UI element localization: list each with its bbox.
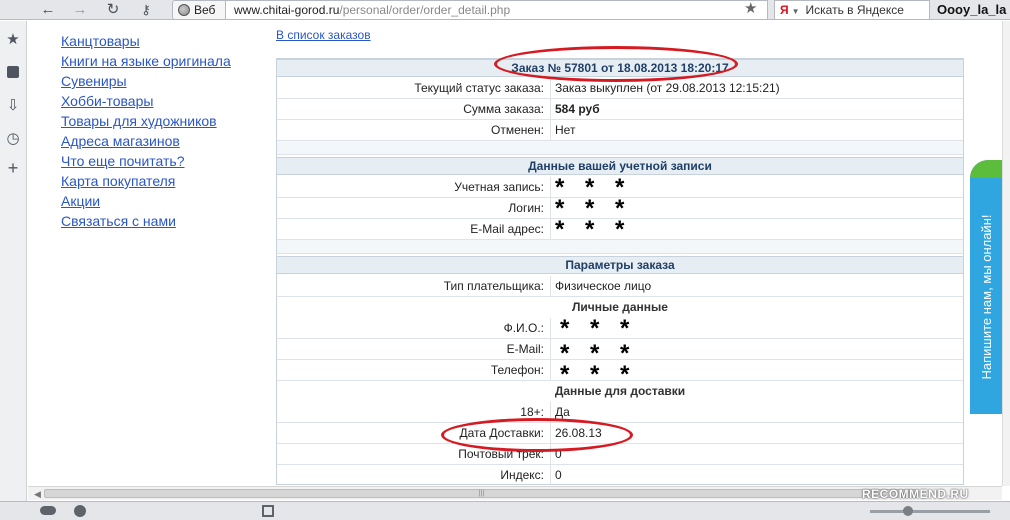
order-detail-table: Заказ № 57801 от 18.08.2013 18:20:17 Тек… [276, 58, 964, 485]
menu-item-hobby[interactable]: Хобби-товары [61, 91, 231, 111]
menu-item-store-addresses[interactable]: Адреса магазинов [61, 131, 231, 151]
spacer [277, 141, 963, 155]
chat-label: Напишите нам, мы онлайн! [979, 214, 994, 380]
contact-email-row: E-Mail: * * * [277, 339, 963, 366]
chat-leaf-icon [970, 160, 1004, 178]
status-row: Текущий статус заказа: Заказ выкуплен (о… [277, 78, 963, 99]
email-label: E-Mail адрес: [277, 219, 551, 239]
key-icon[interactable]: ⚷ [135, 1, 157, 18]
watermark: RECOMMEND.RU [862, 487, 969, 501]
forward-arrow-icon[interactable]: → [70, 1, 90, 18]
login-label: Логин: [277, 198, 551, 218]
url-path: /personal/order/order_detail.php [339, 3, 511, 17]
vertical-scrollbar[interactable] [1002, 21, 1010, 486]
track-value: 0 [555, 447, 562, 461]
horizontal-scrollbar[interactable]: ◀ ||| [28, 486, 1002, 500]
track-label: Почтовый трек: [277, 444, 551, 464]
delivery-date-row: Дата Доставки: 26.08.13 [277, 423, 963, 444]
yandex-icon: Я [780, 3, 789, 17]
age-label: 18+: [277, 402, 551, 422]
track-row: Почтовый трек: 0 [277, 444, 963, 465]
reload-icon[interactable]: ↻ [103, 1, 123, 18]
chevron-down-icon[interactable]: ▼ [792, 7, 800, 16]
online-chat-button[interactable]: Напишите нам, мы онлайн! [970, 160, 1004, 414]
cloud-icon[interactable] [40, 506, 56, 515]
cancelled-label: Отменен: [277, 120, 551, 140]
cancelled-value: Нет [555, 123, 576, 137]
bookmark-star-icon[interactable]: ★ [744, 0, 757, 18]
zoom-slider-knob[interactable] [903, 506, 913, 516]
email-row: E-Mail адрес: * * * [277, 216, 963, 243]
age-value: Да [555, 405, 570, 419]
phone-label: Телефон: [277, 360, 551, 380]
delivery-data-header: Данные для доставки [554, 384, 686, 398]
tile-icon[interactable] [262, 505, 274, 517]
status-bar [0, 501, 1010, 520]
delivery-date-label: Дата Доставки: [277, 423, 551, 443]
menu-item-customer-card[interactable]: Карта покупателя [61, 171, 231, 191]
site-identity-button[interactable]: Веб [172, 0, 226, 20]
scrollbar-thumb[interactable]: ||| [44, 489, 919, 498]
browser-side-panel: ★ ⇩ ◷ + [0, 21, 27, 501]
url-host: www.chitai-gorod.ru [234, 3, 340, 17]
email-masked-value: * * * [555, 216, 632, 243]
fio-row: Ф.И.О.: * * * [277, 315, 963, 342]
globe-icon [178, 4, 190, 16]
scroll-left-icon[interactable]: ◀ [34, 489, 41, 500]
back-to-orders-link[interactable]: В список заказов [276, 28, 371, 42]
search-placeholder: Искать в Яндексе [805, 3, 904, 17]
index-value: 0 [555, 468, 562, 482]
contact-email-label: E-Mail: [277, 339, 551, 359]
status-label: Текущий статус заказа: [277, 78, 551, 98]
order-header: Заказ № 57801 от 18.08.2013 18:20:17 [277, 59, 963, 77]
phone-row: Телефон: * * * [277, 360, 963, 387]
downloads-icon[interactable]: ⇩ [4, 97, 22, 115]
zoom-slider[interactable] [870, 510, 990, 513]
menu-item-stationery[interactable]: Канцтовары [61, 31, 231, 51]
menu-item-what-to-read[interactable]: Что еще почитать? [61, 151, 231, 171]
delivery-date-value: 26.08.13 [555, 426, 602, 440]
status-value: Заказ выкуплен (от 29.08.2013 12:15:21) [555, 81, 780, 95]
payer-value: Физическое лицо [555, 279, 652, 293]
fio-label: Ф.И.О.: [277, 318, 551, 338]
menu-item-art-supplies[interactable]: Товары для художников [61, 111, 231, 131]
params-header: Параметры заказа [277, 256, 963, 274]
payer-row: Тип плательщика: Физическое лицо [277, 276, 963, 297]
spacer [277, 240, 963, 254]
cancelled-row: Отменен: Нет [277, 120, 963, 141]
menu-item-contact[interactable]: Связаться с нами [61, 211, 231, 231]
history-clock-icon[interactable]: ◷ [4, 130, 22, 148]
address-bar[interactable]: www.chitai-gorod.ru/personal/order/order… [226, 0, 768, 20]
menu-item-foreign-books[interactable]: Книги на языке оригинала [61, 51, 231, 71]
compass-icon[interactable] [74, 505, 86, 517]
index-label: Индекс: [277, 465, 551, 484]
back-arrow-icon[interactable]: ← [38, 1, 58, 18]
payer-label: Тип плательщика: [277, 276, 551, 296]
account-label: Учетная запись: [277, 177, 551, 197]
menu-item-promotions[interactable]: Акции [61, 191, 231, 211]
sum-value: 584 руб [555, 102, 600, 116]
site-menu: Канцтовары Книги на языке оригинала Суве… [61, 31, 231, 231]
browser-toolbar: ← → ↻ ⚷ Веб www.chitai-gorod.ru/personal… [0, 0, 1010, 20]
menu-item-souvenirs[interactable]: Сувениры [61, 71, 231, 91]
personal-data-header: Личные данные [572, 300, 668, 314]
search-input[interactable]: Я ▼ Искать в Яндексе [774, 0, 930, 20]
add-panel-icon[interactable]: + [4, 159, 22, 177]
sum-row: Сумма заказа: 584 руб [277, 99, 963, 120]
sum-label: Сумма заказа: [277, 99, 551, 119]
user-name[interactable]: Oooy_la_la [937, 0, 1010, 20]
index-row: Индекс: 0 [277, 465, 963, 484]
fio-masked-value: * * * [560, 315, 637, 342]
age-row: 18+: Да [277, 402, 963, 423]
account-header: Данные вашей учетной записи [277, 157, 963, 175]
notes-icon[interactable] [4, 64, 22, 82]
bookmarks-star-icon[interactable]: ★ [4, 31, 22, 49]
